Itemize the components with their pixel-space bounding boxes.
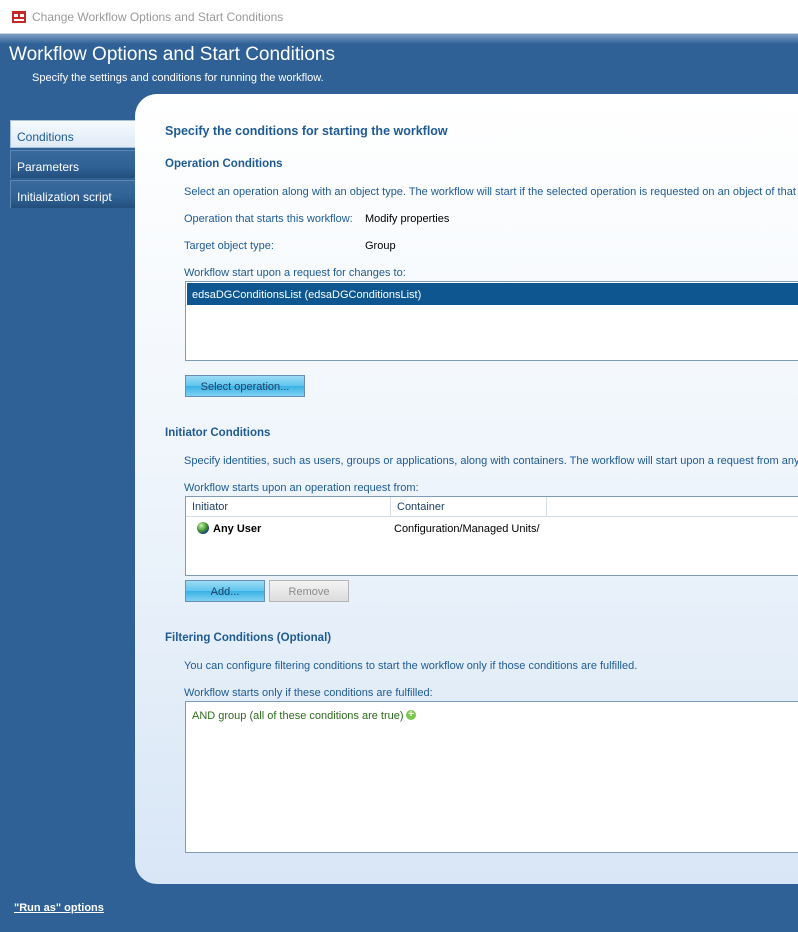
changes-list-item[interactable]: edsaDGConditionsList (edsaDGConditionsLi…: [187, 283, 798, 305]
operation-value: Modify properties: [365, 213, 450, 225]
content-panel: Specify the conditions for starting the …: [135, 94, 798, 884]
globe-icon: [197, 522, 209, 534]
operation-description: Select an operation along with an object…: [184, 186, 796, 198]
title-bar: Change Workflow Options and Start Condit…: [0, 0, 798, 34]
filtering-conditions-box[interactable]: AND group (all of these conditions are t…: [185, 701, 798, 853]
filtering-list-label: Workflow starts only if these conditions…: [184, 687, 433, 699]
nav-item-conditions[interactable]: Conditions: [10, 120, 135, 148]
page-title: Workflow Options and Start Conditions: [9, 44, 335, 65]
table-row[interactable]: Any User Configuration/Managed Units/: [186, 518, 798, 540]
remove-initiator-button[interactable]: Remove: [269, 580, 349, 602]
initiator-description: Specify identities, such as users, group…: [184, 455, 798, 467]
conditions-heading: Specify the conditions for starting the …: [165, 124, 448, 138]
initiator-cell: Any User: [213, 523, 262, 535]
container-cell: Configuration/Managed Units/: [394, 523, 540, 535]
filtering-description: You can configure filtering conditions t…: [184, 660, 638, 672]
column-header-filler: [547, 497, 798, 517]
initiator-conditions-title: Initiator Conditions: [165, 427, 271, 439]
workflow-app-icon: [12, 11, 26, 23]
and-group-label[interactable]: AND group (all of these conditions are t…: [192, 710, 404, 722]
operation-conditions-title: Operation Conditions: [165, 158, 283, 170]
initiator-list[interactable]: Initiator Container Any User Configurati…: [185, 496, 798, 576]
add-initiator-button[interactable]: Add...: [185, 580, 265, 602]
filtering-conditions-title: Filtering Conditions (Optional): [165, 632, 332, 644]
target-type-value: Group: [365, 240, 396, 252]
nav-item-initialization-script[interactable]: Initialization script: [10, 180, 135, 208]
select-operation-button[interactable]: Select operation...: [185, 375, 305, 397]
target-type-label: Target object type:: [184, 240, 274, 252]
run-as-options-link[interactable]: "Run as" options: [14, 902, 104, 914]
header-band: [0, 34, 798, 44]
page-subtitle: Specify the settings and conditions for …: [32, 72, 324, 84]
dialog-window: Workflow Options and Start Conditions Sp…: [0, 34, 798, 932]
operation-label: Operation that starts this workflow:: [184, 213, 353, 225]
changes-list[interactable]: edsaDGConditionsList (edsaDGConditionsLi…: [185, 281, 798, 361]
changes-label: Workflow start upon a request for change…: [184, 267, 406, 279]
initiator-list-label: Workflow starts upon an operation reques…: [184, 482, 419, 494]
plus-circle-icon[interactable]: +: [406, 710, 416, 720]
window-title: Change Workflow Options and Start Condit…: [32, 10, 284, 24]
column-header-initiator[interactable]: Initiator: [186, 497, 391, 517]
column-header-container[interactable]: Container: [391, 497, 547, 517]
nav-item-parameters[interactable]: Parameters: [10, 150, 135, 178]
